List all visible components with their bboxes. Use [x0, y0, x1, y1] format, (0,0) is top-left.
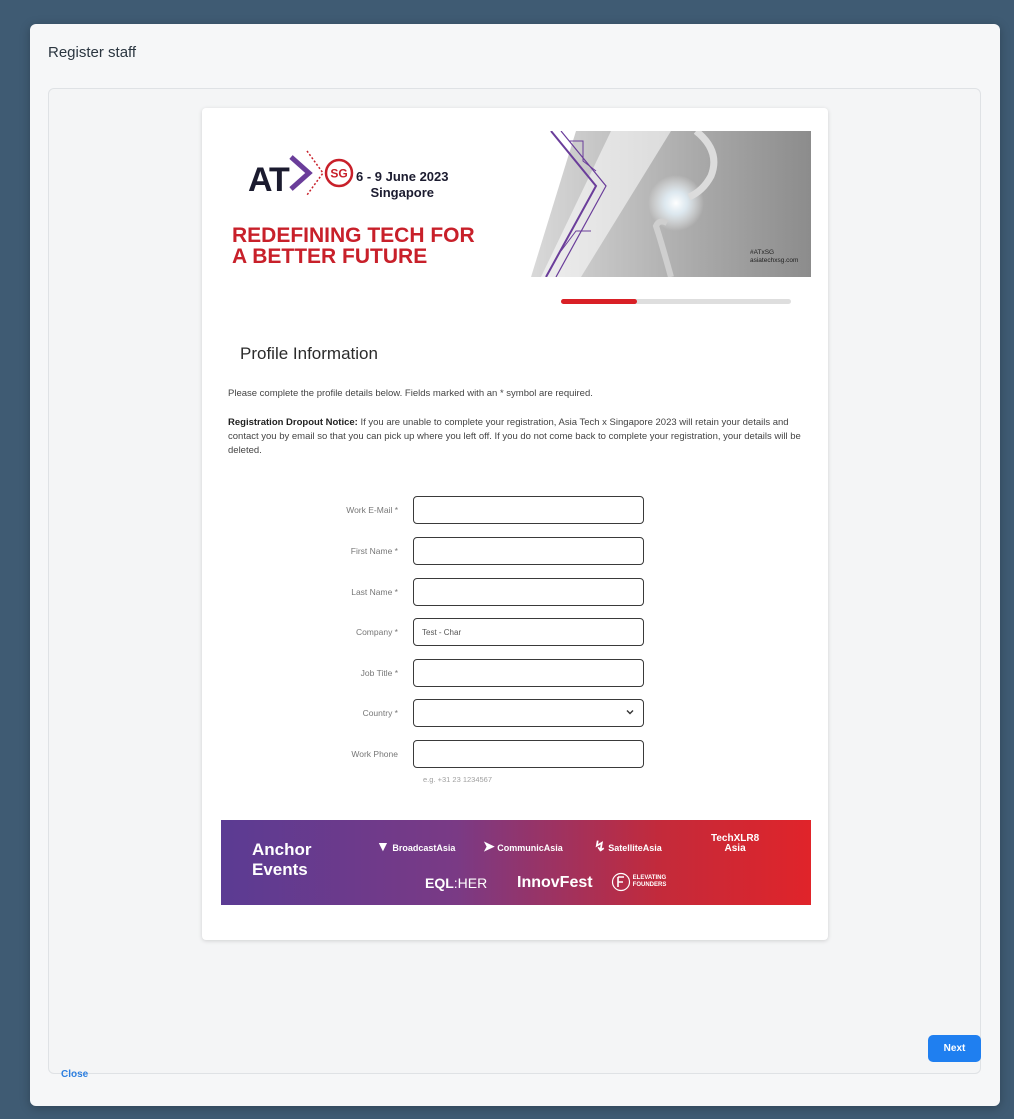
anchor-events-title: Anchor Events	[252, 840, 312, 879]
banner-hashtag: #ATxSG asiatechxsg.com	[750, 249, 799, 264]
atxsg-logo-x-mark: SG	[289, 150, 354, 196]
register-staff-modal: Register staff AT SG 6 - 9 June 2023 Sin…	[30, 24, 1000, 1106]
modal-body[interactable]: AT SG 6 - 9 June 2023 Singapore REDEFINI…	[48, 88, 981, 1074]
modal-title: Register staff	[48, 44, 137, 61]
last-name-row: Last Name *	[228, 578, 648, 608]
chevron-down-icon	[626, 710, 634, 715]
section-title: Profile Information	[240, 344, 378, 363]
work-phone-field[interactable]	[413, 740, 644, 768]
elevating-founders-logo: ELEVATING FOUNDERS	[611, 872, 666, 892]
event-dates: 6 - 9 June 2023 Singapore	[356, 169, 449, 200]
work-phone-row: Work Phone	[228, 740, 648, 770]
anchor-events-banner: Anchor Events ▼ BroadcastAsia ➤ Communic…	[221, 820, 811, 905]
work-phone-label: Work Phone	[351, 749, 398, 759]
job-title-field[interactable]	[413, 659, 644, 687]
work-email-label: Work E-Mail *	[346, 505, 398, 515]
country-row: Country *	[228, 699, 648, 729]
work-email-field[interactable]	[413, 496, 644, 524]
elevating-founders-icon	[611, 872, 631, 892]
last-name-label: Last Name *	[351, 587, 398, 597]
country-select[interactable]	[413, 699, 644, 727]
job-title-label: Job Title *	[360, 668, 398, 678]
close-button[interactable]: Close	[61, 1069, 88, 1080]
techxlr8-asia-logo: TechXLR8 Asia	[711, 833, 760, 854]
communicasia-logo: ➤ CommunicAsia	[483, 838, 563, 854]
registration-form-card: AT SG 6 - 9 June 2023 Singapore REDEFINI…	[202, 108, 828, 940]
first-name-field[interactable]	[413, 537, 644, 565]
work-phone-hint: e.g. +31 23 1234567	[423, 775, 493, 784]
job-title-row: Job Title *	[228, 659, 648, 689]
eqlher-logo: EQL:HER	[425, 875, 488, 891]
notice-label: Registration Dropout Notice:	[228, 417, 358, 428]
registration-progress-bar	[561, 299, 791, 304]
company-row: Company *	[228, 618, 648, 648]
intro-text: Please complete the profile details belo…	[228, 388, 593, 399]
innovfest-logo: InnovFest	[517, 874, 593, 891]
last-name-field[interactable]	[413, 578, 644, 606]
progress-fill	[561, 299, 637, 304]
event-banner: AT SG 6 - 9 June 2023 Singapore REDEFINI…	[221, 131, 811, 277]
company-field[interactable]	[413, 618, 644, 646]
company-label: Company *	[355, 627, 398, 637]
next-button[interactable]: Next	[928, 1035, 981, 1062]
svg-text:SG: SG	[330, 167, 347, 181]
event-headline: REDEFINING TECH FOR A BETTER FUTURE	[232, 224, 475, 268]
first-name-label: First Name *	[350, 546, 398, 556]
atxsg-logo: AT	[248, 161, 290, 199]
first-name-row: First Name *	[228, 537, 648, 567]
satelliteasia-logo: ↯ SatelliteAsia	[594, 838, 662, 854]
country-label: Country *	[362, 708, 398, 718]
work-email-row: Work E-Mail *	[228, 496, 648, 526]
broadcastasia-logo: ▼ BroadcastAsia	[376, 838, 456, 854]
dropout-notice: Registration Dropout Notice: If you are …	[228, 416, 803, 458]
